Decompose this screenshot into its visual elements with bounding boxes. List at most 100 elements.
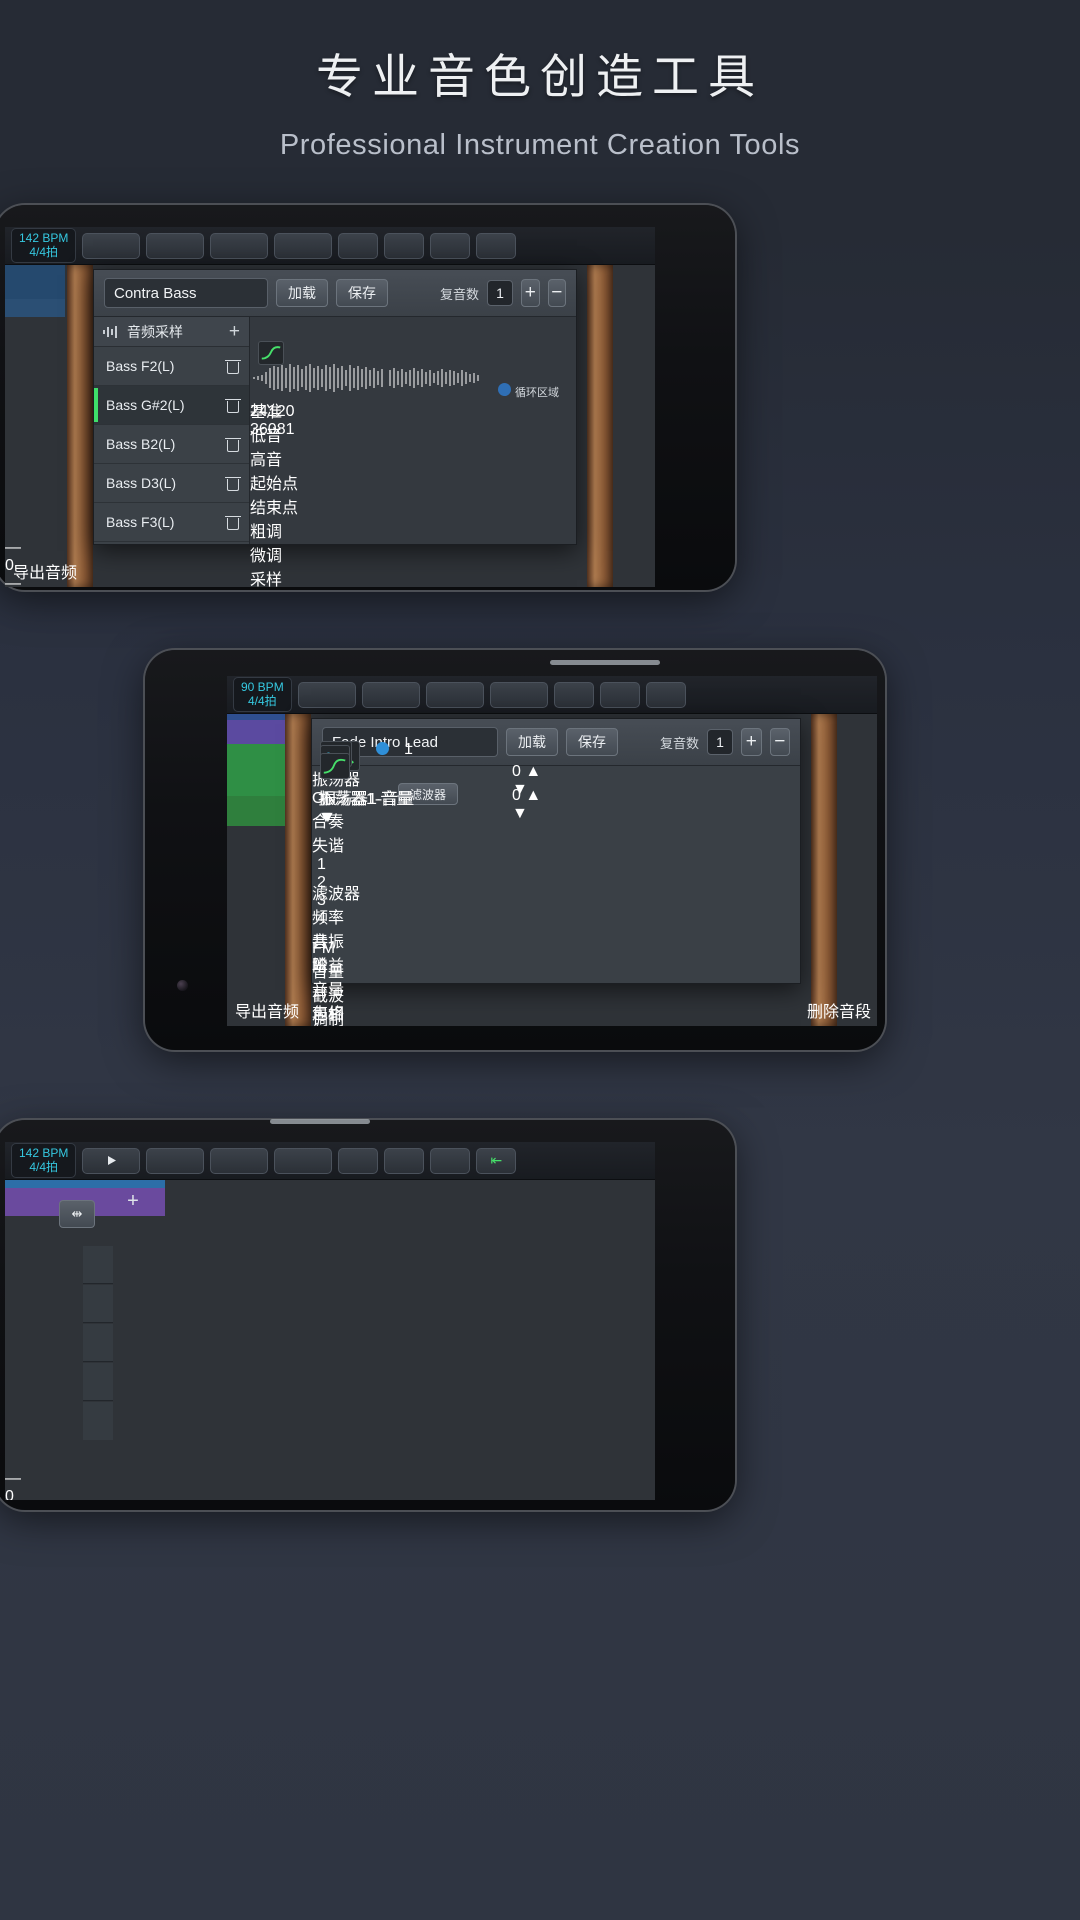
sample-row-2[interactable]: Bass B2(L) (94, 425, 249, 464)
toolbar-button-1[interactable] (82, 233, 140, 259)
delete-sample-icon-3[interactable] (226, 476, 240, 491)
phone-3-speaker (270, 1119, 370, 1124)
delete-section-button-2[interactable]: 删除音段 (807, 998, 871, 1022)
toolbar3-button-4[interactable] (274, 1148, 332, 1174)
mixer-panel-3: ⇹ —0—6—12—20—30—40—50—60 (5, 1216, 113, 1500)
key-range-strip-1[interactable] (250, 317, 512, 334)
toolbar-button-5[interactable] (338, 233, 378, 259)
toolbar3-button-2[interactable] (146, 1148, 204, 1174)
phone-1: 37 —0—6—12—20—30—40—50—60 142 BPM 4/4拍 (0, 205, 735, 590)
loop-start-button-3[interactable]: ⇤ (476, 1148, 516, 1174)
lfo-routing-select-2[interactable]: 振荡器1-音量 ▼ (318, 785, 422, 827)
track-row-4[interactable] (83, 1402, 113, 1440)
mixer-knob-3[interactable] (5, 1216, 37, 1248)
toolbar2-button-3[interactable] (426, 682, 484, 708)
segment-high-1[interactable]: 高音 (250, 446, 576, 470)
export-audio-button-2[interactable]: 导出音频 (235, 998, 299, 1022)
mixer-knob-2[interactable] (227, 826, 257, 856)
toolbar-button-3[interactable] (210, 233, 268, 259)
sample-row-1[interactable]: Bass G#2(L) (94, 386, 249, 425)
toolbar2-button-4[interactable] (490, 682, 548, 708)
toolbar-button-6[interactable] (384, 233, 424, 259)
env-release-knob-1[interactable] (361, 341, 385, 365)
env-sustain-knob-1[interactable] (327, 341, 351, 365)
fader-track-3[interactable] (5, 1248, 27, 1436)
delete-sample-icon-1[interactable] (226, 398, 240, 413)
chevron-down-icon-lfo-2[interactable]: ▼ (318, 809, 334, 826)
fader-track-1[interactable] (5, 349, 25, 539)
polyphony-value-1[interactable]: 1 (487, 280, 513, 306)
loop-region-label-1: 循环区域 (515, 384, 559, 400)
load-button-2[interactable]: 加载 (506, 728, 558, 756)
toolbar2-button-1[interactable] (298, 682, 356, 708)
delete-sample-icon-2[interactable] (226, 437, 240, 452)
glide-curve-icon-1 (259, 342, 283, 364)
toolbar3-button-6[interactable] (384, 1148, 424, 1174)
toolbar-button-8[interactable] (476, 233, 516, 259)
filter-group-2: 滤波器 频率 共振 增益 (312, 880, 460, 940)
polyphony-increase-1[interactable]: + (521, 279, 539, 307)
glide-shape-button-1[interactable] (258, 341, 284, 365)
track-row-1[interactable] (83, 1285, 113, 1323)
fader-handle-3[interactable] (5, 1436, 35, 1470)
delete-sample-icon-0[interactable] (226, 359, 240, 374)
wood-strip-left-2 (285, 714, 311, 1026)
export-audio-button-1[interactable]: 导出音频 (13, 559, 77, 583)
meter-value-3: 4/4拍 (19, 1161, 68, 1175)
polyphony-decrease-2[interactable]: − (770, 728, 790, 756)
segment-end-1[interactable]: 结束点 (250, 494, 576, 518)
bpm-value-2: 90 BPM (241, 681, 284, 695)
output-gain-knob-2[interactable] (332, 753, 356, 777)
lfo-routing-amount-knob-2[interactable] (428, 783, 452, 807)
glide-time-knob-1[interactable] (294, 341, 318, 365)
toolbar3-button-7[interactable] (430, 1148, 470, 1174)
toolbar2-button-6[interactable] (600, 682, 640, 708)
sample-list-title-1: 音频采样 (127, 322, 183, 342)
segment-start-1[interactable]: 起始点 (250, 470, 576, 494)
toolbar3-button-5[interactable] (338, 1148, 378, 1174)
save-button-2[interactable]: 保存 (566, 728, 618, 756)
toolbar3-button-3[interactable] (210, 1148, 268, 1174)
sample-row-4[interactable]: Bass F3(L) (94, 503, 249, 542)
track-row-3[interactable] (83, 1363, 113, 1401)
add-sample-button-1[interactable]: + (229, 322, 240, 341)
add-track-button-3[interactable]: + (119, 1188, 147, 1214)
osc-tab-1[interactable]: 1 (312, 856, 542, 874)
tempo-display-2[interactable]: 90 BPM 4/4拍 (233, 677, 292, 713)
toolbar-button-4[interactable] (274, 233, 332, 259)
toolbar-button-7[interactable] (430, 233, 470, 259)
lfo-delay-knob-2[interactable] (426, 745, 450, 769)
osc-cents-stepper-2[interactable]: 0 ▲▼ (512, 787, 548, 823)
tempo-display-3[interactable]: 142 BPM 4/4拍 (11, 1143, 76, 1179)
track-row-0[interactable] (83, 1246, 113, 1284)
tempo-display-1[interactable]: 142 BPM 4/4拍 (11, 228, 76, 264)
load-button-1[interactable]: 加载 (276, 279, 328, 307)
mixer-settings-button-3[interactable]: ⇹ (59, 1200, 95, 1228)
toolbar2-button-7[interactable] (646, 682, 686, 708)
osc-cents-value-2: 0 (512, 787, 521, 804)
delete-sample-icon-4[interactable] (226, 515, 240, 530)
mixer-knob-1[interactable] (5, 317, 37, 349)
coarse-tune-knob-1[interactable] (490, 415, 516, 441)
loop-region-indicator-1[interactable] (498, 383, 511, 396)
glide-time-knob-2[interactable] (358, 753, 382, 777)
sample-row-0[interactable]: Bass F2(L) (94, 347, 249, 386)
lfo-fadein-knob-2[interactable] (392, 745, 416, 769)
preset-name-input-1[interactable]: Contra Bass (104, 278, 268, 308)
play-button-3[interactable] (82, 1148, 140, 1174)
toolbar2-button-2[interactable] (362, 682, 420, 708)
polyphony-increase-2[interactable]: + (741, 728, 761, 756)
toolbar-button-2[interactable] (146, 233, 204, 259)
toolbar-3: 142 BPM 4/4拍 ⇤ (5, 1142, 655, 1180)
clip-2-4 (227, 796, 289, 826)
sample-row-3[interactable]: Bass D3(L) (94, 464, 249, 503)
toolbar2-button-5[interactable] (554, 682, 594, 708)
save-button-1[interactable]: 保存 (336, 279, 388, 307)
polyphony-decrease-1[interactable]: − (548, 279, 566, 307)
mixer-panel-2: —0—6—12—20—30—40—50—60 (227, 826, 293, 1026)
phone-3-screen: 13 ⇹ —0—6—12—20—30—40—50—60 (5, 1142, 655, 1500)
track-row-2[interactable] (83, 1324, 113, 1362)
polyphony-value-2[interactable]: 1 (707, 729, 733, 755)
fine-tune-knob-1[interactable] (528, 415, 554, 441)
wood-strip-right-1 (587, 265, 613, 587)
